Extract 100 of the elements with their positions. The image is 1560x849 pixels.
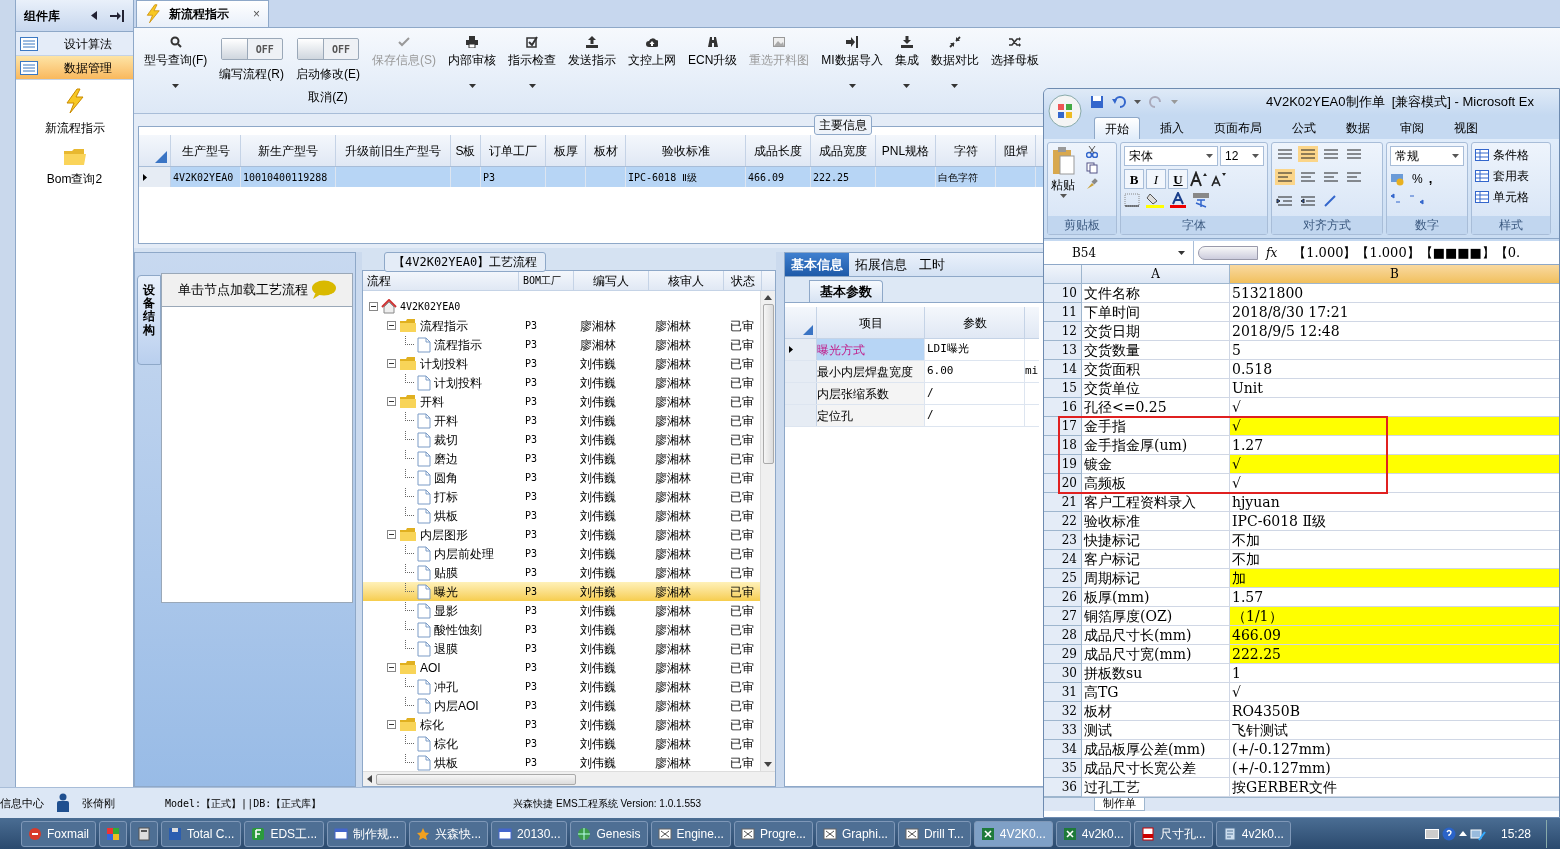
taskbar-button[interactable]: Progre... <box>733 820 813 847</box>
row-header[interactable]: 13 <box>1044 341 1082 360</box>
column-header[interactable]: B <box>1230 265 1559 283</box>
tree-row[interactable]: AOI P3 刘伟巍 廖湘林 已审 <box>363 658 760 677</box>
column-header[interactable]: PNL规格 <box>876 135 936 166</box>
taskbar-button[interactable]: Foxmail <box>21 820 96 847</box>
row-header[interactable]: 15 <box>1044 379 1082 398</box>
column-header[interactable]: 板材 <box>586 135 626 166</box>
collapse-toggle[interactable] <box>387 530 396 539</box>
tree-row[interactable]: 流程指示 P3 廖湘林 廖湘林 已审 <box>363 316 760 335</box>
ribbon-tab[interactable]: 视图 <box>1444 117 1488 139</box>
tree-row[interactable]: 贴膜 P3 刘伟巍 廖湘林 已审 <box>363 563 760 582</box>
toolbar-button[interactable]: 指示检查 <box>502 32 562 88</box>
tree-row[interactable]: 裁切 P3 刘伟巍 廖湘林 已审 <box>363 430 760 449</box>
table-row[interactable]: 内层张缩系数 / <box>785 383 1039 405</box>
formula-field[interactable]: 【1.000】【1.000】【■■■■】【0. <box>1293 242 1521 263</box>
row-header[interactable]: 16 <box>1044 398 1082 417</box>
table-row[interactable]: 最小内层焊盘宽度 6.00 mi <box>785 361 1039 383</box>
component-tile[interactable]: 新流程指示 <box>16 88 133 137</box>
row-header[interactable]: 12 <box>1044 322 1082 341</box>
row-header[interactable]: 29 <box>1044 645 1082 664</box>
taskbar-button[interactable] <box>130 820 158 847</box>
column-header[interactable]: 验收标准 <box>626 135 746 166</box>
taskbar-button[interactable]: Engine... <box>650 820 731 847</box>
toolbar-button[interactable]: 集成 <box>888 32 925 88</box>
component-tile[interactable]: Bom查询2 <box>16 145 133 188</box>
taskbar-button[interactable]: 兴森快... <box>409 820 489 847</box>
row-header[interactable]: 25 <box>1044 569 1082 588</box>
tab[interactable]: 基本信息 <box>785 253 849 276</box>
ribbon-tab[interactable]: 公式 <box>1282 117 1326 139</box>
collapse-toggle[interactable] <box>387 397 396 406</box>
tree-row[interactable]: 计划投料 P3 刘伟巍 廖湘林 已审 <box>363 373 760 392</box>
tree-row[interactable]: 退膜 P3 刘伟巍 廖湘林 已审 <box>363 639 760 658</box>
function-button[interactable]: fx <box>1266 243 1278 262</box>
scroll-thumb[interactable] <box>762 304 774 464</box>
row-header[interactable]: 26 <box>1044 588 1082 607</box>
collapse-toggle[interactable] <box>369 302 378 311</box>
format-button[interactable]: U <box>1168 169 1188 189</box>
row-header[interactable]: 36 <box>1044 778 1082 797</box>
toggle-switch[interactable]: OFF <box>220 38 283 60</box>
comma-button[interactable]: , <box>1428 169 1433 189</box>
tree-row[interactable]: 内层图形 P3 刘伟巍 廖湘林 已审 <box>363 525 760 544</box>
taskbar-button[interactable] <box>99 820 127 847</box>
row-header[interactable]: 28 <box>1044 626 1082 645</box>
column-header[interactable]: 成品长度 <box>746 135 811 166</box>
column-header[interactable]: 订单工厂 <box>481 135 546 166</box>
row-header[interactable]: 27 <box>1044 607 1082 626</box>
toolbar-button[interactable]: 文控上网 <box>622 32 682 69</box>
taskbar-button[interactable]: Drill T... <box>897 820 971 847</box>
row-header[interactable]: 24 <box>1044 550 1082 569</box>
tree-row[interactable]: 磨边 P3 刘伟巍 廖湘林 已审 <box>363 449 760 468</box>
row-header[interactable]: 32 <box>1044 702 1082 721</box>
splitter-handle[interactable] <box>1198 245 1258 260</box>
tree-row[interactable]: 烘板 P3 刘伟巍 廖湘林 已审 <box>363 506 760 525</box>
ribbon-tab[interactable]: 开始 <box>1094 117 1140 139</box>
ribbon-tab[interactable]: 页面布局 <box>1204 117 1272 139</box>
document-tab[interactable]: 新流程指示 × <box>136 0 269 27</box>
close-button[interactable]: × <box>253 5 260 23</box>
percent-button[interactable]: % <box>1412 169 1423 188</box>
tree-row[interactable]: 计划投料 P3 刘伟巍 廖湘林 已审 <box>363 354 760 373</box>
toolbar-button[interactable]: ECN升级 <box>682 32 744 69</box>
row-header[interactable]: 23 <box>1044 531 1082 550</box>
sidebar-item[interactable]: 数据管理 <box>16 56 133 80</box>
tab[interactable]: 基本参数 <box>809 280 883 302</box>
tree-row[interactable]: 棕化 P3 刘伟巍 廖湘林 已审 <box>363 734 760 753</box>
column-header[interactable]: 项目 <box>817 307 925 338</box>
toggle-switch[interactable]: OFF <box>297 38 359 60</box>
taskbar-button[interactable]: Total C... <box>161 820 242 847</box>
tree-row[interactable]: 棕化 P3 刘伟巍 廖湘林 已审 <box>363 715 760 734</box>
tree-row[interactable]: 流程指示 P3 廖湘林 廖湘林 已审 <box>363 335 760 354</box>
tree-row[interactable]: 显影 P3 刘伟巍 廖湘林 已审 <box>363 601 760 620</box>
column-header[interactable]: 参数 <box>925 307 1025 338</box>
tree-row[interactable]: 开料 P3 刘伟巍 廖湘林 已审 <box>363 411 760 430</box>
column-header[interactable]: 新生产型号 <box>241 135 336 166</box>
column-header[interactable]: 升级前旧生产型号 <box>336 135 451 166</box>
scrollbar[interactable] <box>760 291 775 771</box>
tree-row[interactable]: 开料 P3 刘伟巍 廖湘林 已审 <box>363 392 760 411</box>
format-dropdown[interactable]: 常规 <box>1390 146 1464 166</box>
tree-row[interactable]: 圆角 P3 刘伟巍 廖湘林 已审 <box>363 468 760 487</box>
taskbar-button[interactable]: Genesis <box>570 820 648 847</box>
taskbar-button[interactable]: Graphi... <box>815 820 895 847</box>
column-header[interactable]: S板 <box>451 135 481 166</box>
pin-button[interactable] <box>109 8 125 23</box>
toolbar-button[interactable]: MI数据导入 <box>815 32 889 88</box>
row-header[interactable]: 19 <box>1044 455 1082 474</box>
font-dropdown[interactable]: 宋体 <box>1124 146 1218 166</box>
row-header[interactable]: 14 <box>1044 360 1082 379</box>
row-header[interactable]: 21 <box>1044 493 1082 512</box>
toolbar-button[interactable]: 型号查询(F) <box>138 32 214 88</box>
tree-row[interactable]: 内层前处理 P3 刘伟巍 廖湘林 已审 <box>363 544 760 563</box>
tree-row[interactable]: 曝光 P3 刘伟巍 廖湘林 已审 <box>363 582 760 601</box>
toolbar-button[interactable]: 选择母板 <box>984 32 1045 69</box>
column-header[interactable]: 核审人 <box>649 271 724 290</box>
row-header[interactable]: 31 <box>1044 683 1082 702</box>
toolbar-button[interactable]: 发送指示 <box>562 32 622 69</box>
scrollbar[interactable] <box>363 771 775 786</box>
row-header[interactable]: 35 <box>1044 759 1082 778</box>
style-button[interactable]: 套用表 <box>1475 167 1547 185</box>
toolbar-button[interactable]: 内部审核 <box>442 32 502 88</box>
row-header[interactable]: 11 <box>1044 303 1082 322</box>
